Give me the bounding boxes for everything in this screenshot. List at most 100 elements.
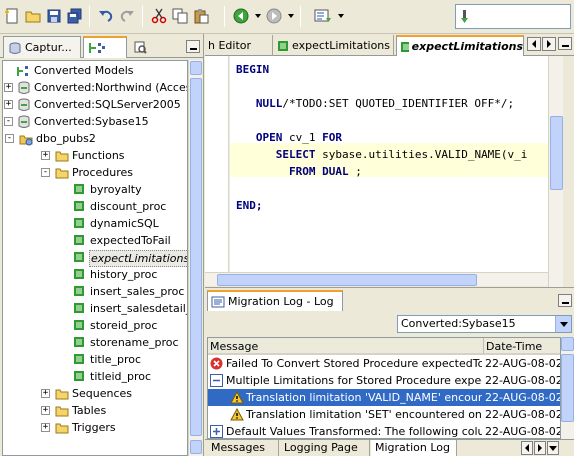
cut-icon[interactable] — [150, 7, 168, 25]
log-row[interactable]: Translation limitation 'SET' encountered… — [208, 406, 561, 423]
tree-item[interactable]: dynamicSQL — [3, 215, 187, 232]
code-scroll-thumb[interactable] — [550, 116, 563, 190]
tree-item[interactable]: - Converted:Sybase15 — [3, 113, 187, 130]
minimize-log-button[interactable] — [558, 294, 572, 307]
expand-icon[interactable] — [210, 425, 223, 438]
expand-icon[interactable]: + — [41, 406, 50, 415]
code-line-7: FROM DUAL ; — [288, 165, 362, 178]
procedure-icon — [73, 285, 85, 300]
tab-expectlimitations-1-label: expectLimitations — [292, 39, 391, 52]
tree-item[interactable]: storeid_proc — [3, 317, 187, 334]
tree-item-label: insert_sales_proc — [90, 285, 185, 298]
scroll-down-button[interactable] — [190, 440, 202, 454]
column-header-date-time[interactable]: Date-Time — [484, 338, 560, 355]
log-scroll-thumb[interactable] — [561, 354, 574, 422]
tree-item[interactable]: discount_proc — [3, 198, 187, 215]
tree-item[interactable]: titleid_proc — [3, 368, 187, 385]
code-horizontal-scrollbar[interactable] — [205, 272, 548, 286]
tree-item[interactable]: + Converted:Northwind (Access — [3, 79, 187, 96]
bottom-tabs-list-button[interactable] — [547, 441, 559, 455]
tree-item[interactable]: title_proc — [3, 351, 187, 368]
tree-item[interactable]: + Converted:SQLServer2005 — [3, 96, 187, 113]
tree-item[interactable]: insert_salesdetail_ — [3, 300, 188, 317]
search-input[interactable] — [455, 4, 571, 29]
expand-icon[interactable]: + — [4, 100, 13, 109]
tree-item[interactable]: + Functions — [3, 147, 187, 164]
log-scroll-up-button[interactable] — [561, 337, 574, 351]
tab-reports[interactable] — [129, 36, 153, 58]
tree-scroll-thumb[interactable] — [190, 78, 202, 436]
tab-captured-models[interactable]: Captur... — [3, 36, 81, 58]
minimize-navigator-button[interactable] — [186, 40, 200, 53]
save-icon[interactable] — [45, 7, 63, 25]
sql-dropdown-icon[interactable] — [338, 14, 344, 18]
tab-migration-log-bottom[interactable]: Migration Log — [371, 440, 457, 456]
copy-icon[interactable] — [171, 7, 189, 25]
forward-dropdown-icon[interactable] — [288, 14, 294, 18]
back-icon[interactable] — [232, 7, 250, 25]
expand-icon[interactable]: + — [41, 389, 50, 398]
tree-item[interactable]: - Procedures — [3, 164, 187, 181]
log-date-time: 22-AUG-08-02: — [485, 408, 561, 421]
captured-models-icon — [9, 42, 21, 54]
tree-item[interactable]: storename_proc — [3, 334, 187, 351]
tree-item[interactable]: - dbo_pubs2 — [3, 130, 187, 147]
tree-item[interactable]: history_proc — [3, 266, 187, 283]
tab-converted-models[interactable] — [83, 36, 127, 58]
redo-icon[interactable] — [118, 7, 136, 25]
forward-icon[interactable] — [265, 7, 283, 25]
log-row[interactable]: Translation limitation 'VALID_NAME' enco… — [208, 389, 560, 406]
tab-expectlimitations-2[interactable]: expectLimitations — [396, 35, 524, 56]
back-dropdown-icon[interactable] — [255, 14, 261, 18]
tab-logging-page[interactable]: Logging Page — [280, 440, 370, 456]
chevron-down-icon[interactable] — [555, 316, 571, 332]
column-header-message[interactable]: Message — [208, 338, 484, 355]
bottom-tabs-right-button[interactable] — [534, 441, 546, 455]
tabs-left-button[interactable] — [527, 37, 541, 51]
tab-editor[interactable]: h Editor — [205, 35, 273, 56]
minimize-editor-button[interactable] — [558, 37, 572, 50]
undo-icon[interactable] — [97, 7, 115, 25]
log-date-time: 22-AUG-08-02: — [485, 357, 561, 370]
expand-icon[interactable]: + — [41, 151, 50, 160]
expand-icon[interactable]: + — [4, 83, 13, 92]
tab-editor-label: h Editor — [208, 39, 252, 52]
paste-icon[interactable] — [192, 7, 210, 25]
sql-worksheet-icon[interactable] — [314, 7, 332, 25]
code-hscroll-thumb[interactable] — [217, 274, 477, 286]
open-folder-icon[interactable] — [24, 7, 42, 25]
procedure-icon — [73, 234, 85, 249]
collapse-icon[interactable]: - — [41, 168, 50, 177]
log-row[interactable]: Default Values Transformed: The followin… — [208, 423, 561, 438]
tree-item[interactable]: expectLimitations — [3, 249, 187, 267]
log-date-time: 22-AUG-08-02: — [485, 425, 561, 438]
scroll-up-button[interactable] — [190, 61, 202, 75]
tabs-right-button[interactable] — [542, 37, 556, 51]
log-row[interactable]: Multiple Limitations for Stored Procedur… — [208, 372, 560, 389]
collapse-icon[interactable]: - — [5, 134, 14, 143]
code-area[interactable]: BEGIN NULL/*TODO:SET QUOTED_IDENTIFIER O… — [230, 56, 548, 272]
tree-item[interactable]: expectedToFail — [3, 232, 187, 249]
expand-icon[interactable]: + — [41, 423, 50, 432]
new-file-icon[interactable] — [3, 7, 21, 25]
tree-item-label: insert_salesdetail_ — [90, 302, 188, 315]
model-select[interactable]: Converted:Sybase15 — [397, 315, 572, 333]
tree-item[interactable]: + Triggers — [3, 419, 187, 436]
save-all-icon[interactable] — [66, 7, 84, 25]
tree-item[interactable]: insert_sales_proc — [3, 283, 187, 300]
collapse-icon[interactable]: - — [4, 117, 13, 126]
tab-migration-log[interactable]: Migration Log - Log — [207, 290, 343, 311]
tree-item[interactable]: + Tables — [3, 402, 187, 419]
tree-item[interactable]: Converted Models — [3, 62, 187, 79]
tree-item[interactable]: byroyalty — [3, 181, 187, 198]
tab-expectlimitations-1[interactable]: expectLimitations — [274, 35, 394, 56]
log-row[interactable]: Failed To Convert Stored Procedure expec… — [208, 355, 561, 372]
tree-item-label: expectLimitations — [89, 250, 187, 267]
tree-item[interactable]: + Sequences — [3, 385, 187, 402]
log-vertical-scrollbar[interactable] — [561, 337, 574, 439]
code-vertical-scrollbar[interactable] — [548, 56, 563, 288]
bottom-tabs-left-button[interactable] — [521, 441, 533, 455]
tree-vertical-scrollbar[interactable] — [188, 60, 202, 456]
tree-item-label: Converted Models — [34, 64, 134, 77]
tab-messages[interactable]: Messages — [207, 440, 279, 456]
